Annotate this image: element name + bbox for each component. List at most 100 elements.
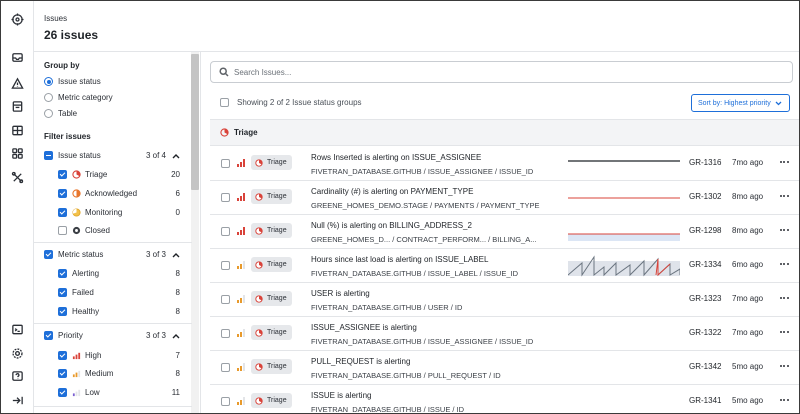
group-header-label: Triage	[234, 128, 258, 137]
tools-icon[interactable]	[10, 170, 24, 184]
issue-age: 5mo ago	[732, 396, 764, 405]
option-checkbox[interactable]	[58, 226, 67, 235]
group-by-metric-category[interactable]: Metric category	[44, 93, 113, 102]
sparkline	[568, 197, 680, 199]
option-checkbox[interactable]	[58, 388, 67, 397]
inbox-icon[interactable]	[10, 50, 24, 64]
database-icon[interactable]	[10, 99, 24, 113]
chevron-up-icon[interactable]	[172, 152, 180, 160]
search-input[interactable]	[234, 67, 734, 77]
filter-option-medium[interactable]: Medium 8	[58, 369, 180, 378]
triage-icon	[220, 128, 229, 137]
filter-option-healthy[interactable]: Healthy 8	[58, 307, 180, 316]
search-box[interactable]	[210, 61, 793, 83]
sparkline	[568, 323, 680, 345]
gear-icon[interactable]	[10, 346, 24, 360]
issue-title[interactable]: Cardinality (#) is alerting on PAYMENT_T…	[311, 187, 473, 196]
terminal-icon[interactable]	[10, 322, 24, 336]
group-checkbox[interactable]	[44, 151, 53, 160]
app-window: Issues 26 issues Group by Issue status M…	[0, 0, 800, 414]
row-checkbox[interactable]	[221, 363, 230, 372]
help-icon[interactable]	[10, 369, 24, 383]
option-checkbox[interactable]	[58, 170, 67, 179]
more-actions-icon[interactable]	[778, 327, 790, 337]
row-checkbox[interactable]	[221, 295, 230, 304]
triage-icon	[255, 362, 263, 371]
filter-option-alerting[interactable]: Alerting 8	[58, 269, 180, 278]
issue-row[interactable]: Triage PULL_REQUEST is alerting FIVETRAN_D…	[210, 351, 799, 385]
option-checkbox[interactable]	[58, 189, 67, 198]
filter-group-issue-status[interactable]: Issue status 3 of 4	[44, 151, 180, 160]
issue-path: GREENE_HOMES_D... / CONTRACT_PERFORM... …	[311, 235, 537, 244]
more-actions-icon[interactable]	[778, 225, 790, 235]
row-checkbox[interactable]	[221, 329, 230, 338]
status-label: Triage	[267, 329, 287, 336]
more-actions-icon[interactable]	[778, 157, 790, 167]
issue-row[interactable]: Triage Null (%) is alerting on BILLING_AD…	[210, 215, 799, 249]
radio-button[interactable]	[44, 109, 53, 118]
issue-title[interactable]: ISSUE_ASSIGNEE is alerting	[311, 323, 417, 332]
group-checkbox[interactable]	[44, 331, 53, 340]
filter-option-monitoring[interactable]: Monitoring 0	[58, 208, 180, 217]
option-checkbox[interactable]	[58, 288, 67, 297]
row-checkbox[interactable]	[221, 159, 230, 168]
priority-medium-icon	[72, 369, 81, 378]
issue-row[interactable]: Triage Cardinality (#) is alerting on PAY…	[210, 181, 799, 215]
issue-row[interactable]: Triage ISSUE is alerting FIVETRAN_DATABASE…	[210, 385, 799, 413]
sort-dropdown[interactable]: Sort by: Highest priority	[691, 94, 790, 112]
select-all-checkbox[interactable]	[220, 98, 229, 107]
chevron-up-icon[interactable]	[172, 251, 180, 259]
issue-row[interactable]: Triage Rows Inserted is alerting on ISSUE…	[210, 147, 799, 181]
option-checkbox[interactable]	[58, 269, 67, 278]
row-checkbox[interactable]	[221, 261, 230, 270]
group-by-issue-status[interactable]: Issue status	[44, 77, 101, 86]
issue-title[interactable]: Rows Inserted is alerting on ISSUE_ASSIG…	[311, 153, 481, 162]
filter-option-triage[interactable]: Triage 20	[58, 170, 180, 179]
status-label: Triage	[267, 295, 287, 302]
group-by-table[interactable]: Table	[44, 109, 77, 118]
collapse-icon[interactable]	[10, 393, 24, 407]
status-badge: Triage	[251, 155, 292, 170]
filter-option-high[interactable]: High 7	[58, 351, 180, 360]
alert-triangle-icon[interactable]	[10, 76, 24, 90]
filter-group-metric-status[interactable]: Metric status 3 of 3	[44, 250, 180, 259]
more-actions-icon[interactable]	[778, 293, 790, 303]
radio-button[interactable]	[44, 93, 53, 102]
issue-title[interactable]: USER is alerting	[311, 289, 370, 298]
status-label: Triage	[267, 261, 287, 268]
issue-row[interactable]: Triage USER is alerting FIVETRAN_DATABASE.…	[210, 283, 799, 317]
filter-option-low[interactable]: Low 11	[58, 388, 180, 397]
divider	[34, 242, 192, 243]
issue-title[interactable]: PULL_REQUEST is alerting	[311, 357, 410, 366]
issue-title[interactable]: Hours since last load is alerting on ISS…	[311, 255, 488, 264]
option-checkbox[interactable]	[58, 307, 67, 316]
group-header-triage[interactable]: Triage	[210, 119, 799, 146]
grid-icon[interactable]	[10, 123, 24, 137]
row-checkbox[interactable]	[221, 193, 230, 202]
filter-option-acknowledged[interactable]: Acknowledged 6	[58, 189, 180, 198]
row-checkbox[interactable]	[221, 227, 230, 236]
filter-group-priority[interactable]: Priority 3 of 3	[44, 331, 180, 340]
target-icon[interactable]	[10, 12, 24, 26]
option-checkbox[interactable]	[58, 351, 67, 360]
row-checkbox[interactable]	[221, 397, 230, 406]
filter-option-closed[interactable]: Closed	[58, 226, 180, 235]
option-label: Closed	[85, 226, 110, 235]
group-checkbox[interactable]	[44, 250, 53, 259]
more-actions-icon[interactable]	[778, 259, 790, 269]
option-checkbox[interactable]	[58, 208, 67, 217]
chevron-up-icon[interactable]	[172, 332, 180, 340]
status-badge: Triage	[251, 325, 292, 340]
issue-row[interactable]: Triage Hours since last load is alerting …	[210, 249, 799, 283]
issue-title[interactable]: Null (%) is alerting on BILLING_ADDRESS_…	[311, 221, 472, 230]
option-checkbox[interactable]	[58, 369, 67, 378]
apps-icon[interactable]	[10, 146, 24, 160]
sidebar-scrollbar-thumb[interactable]	[191, 54, 199, 190]
radio-button[interactable]	[44, 77, 53, 86]
issue-row[interactable]: Triage ISSUE_ASSIGNEE is alerting FIVETRAN…	[210, 317, 799, 351]
issue-title[interactable]: ISSUE is alerting	[311, 391, 371, 400]
filter-option-failed[interactable]: Failed 8	[58, 288, 180, 297]
more-actions-icon[interactable]	[778, 361, 790, 371]
more-actions-icon[interactable]	[778, 395, 790, 405]
more-actions-icon[interactable]	[778, 191, 790, 201]
